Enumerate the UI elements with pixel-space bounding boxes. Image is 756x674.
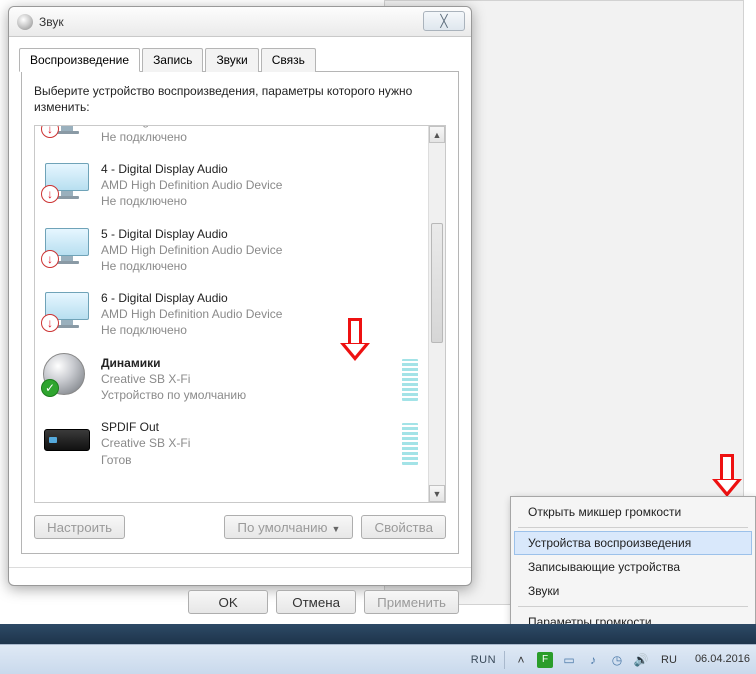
device-text: 3 - Digital Display AudioAMD High Defini… (101, 125, 420, 145)
close-button[interactable]: ╳ (423, 11, 465, 31)
monitor-icon: ↓ (43, 161, 91, 201)
clock-date: 06.04.2016 (695, 653, 750, 665)
device-text: 5 - Digital Display AudioAMD High Defini… (101, 226, 420, 275)
tray-context-menu: Открыть микшер громкости Устройства восп… (510, 496, 756, 638)
device-subtitle: Creative SB X-Fi (101, 371, 386, 387)
configure-button[interactable]: Настроить (34, 515, 125, 539)
device-item[interactable]: ↓ 3 - Digital Display AudioAMD High Defin… (35, 125, 428, 155)
device-text: 4 - Digital Display AudioAMD High Defini… (101, 161, 420, 210)
error-badge-icon: ↓ (41, 250, 59, 268)
device-subtitle: AMD High Definition Audio Device (101, 177, 420, 193)
ctx-recording-devices[interactable]: Записывающие устройства (514, 555, 752, 579)
tab-strip: Воспроизведение Запись Звуки Связь (19, 47, 459, 72)
language-indicator[interactable]: RU (657, 654, 681, 666)
error-badge-icon: ↓ (41, 314, 59, 332)
device-item[interactable]: SPDIF OutCreative SB X-FiГотов (35, 413, 428, 478)
monitor-icon: ↓ (43, 125, 91, 136)
tray-volume-icon[interactable]: 🔊 (633, 652, 649, 668)
tray-chevron-icon[interactable]: ˄ (513, 652, 529, 668)
annotation-arrow-1 (340, 318, 370, 368)
error-badge-icon: ↓ (41, 125, 59, 138)
default-badge-icon: ✓ (41, 379, 59, 397)
level-meter (402, 423, 418, 465)
tray-clock-icon[interactable]: ◷ (609, 652, 625, 668)
taskbar[interactable]: RUN ˄ F ▭ ♪ ◷ 🔊 RU 06.04.2016 (0, 644, 756, 674)
chevron-down-icon: ▼ (332, 524, 341, 534)
ctx-playback-devices[interactable]: Устройства воспроизведения (514, 531, 752, 555)
app-icon (17, 14, 33, 30)
device-state: Устройство по умолчанию (101, 387, 386, 403)
speaker-icon: ✓ (43, 355, 91, 395)
scroll-track[interactable] (429, 143, 445, 485)
device-state: Не подключено (101, 322, 420, 338)
device-name: 4 - Digital Display Audio (101, 161, 420, 177)
scrollbar[interactable]: ▲ ▼ (428, 126, 445, 502)
tab-communications[interactable]: Связь (261, 48, 316, 72)
device-name: 5 - Digital Display Audio (101, 226, 420, 242)
device-subtitle: Creative SB X-Fi (101, 435, 386, 451)
tray-app-icon[interactable]: F (537, 652, 553, 668)
set-default-button[interactable]: По умолчанию ▼ (224, 515, 353, 539)
dialog-footer: OK Отмена Применить (9, 567, 471, 624)
tab-recording[interactable]: Запись (142, 48, 203, 72)
device-subtitle: AMD High Definition Audio Device (101, 242, 420, 258)
device-text: SPDIF OutCreative SB X-FiГотов (101, 419, 386, 468)
tab-sounds[interactable]: Звуки (205, 48, 258, 72)
device-subtitle: AMD High Definition Audio Device (101, 306, 420, 322)
sound-dialog: Звук ╳ Воспроизведение Запись Звуки Связ… (8, 6, 472, 586)
device-state: Готов (101, 452, 386, 468)
properties-button[interactable]: Свойства (361, 515, 446, 539)
dialog-body: Воспроизведение Запись Звуки Связь Выбер… (9, 37, 471, 567)
apply-button[interactable]: Применить (364, 590, 459, 614)
close-icon: ╳ (440, 14, 447, 28)
titlebar[interactable]: Звук ╳ (9, 7, 471, 37)
error-badge-icon: ↓ (41, 185, 59, 203)
set-default-label: По умолчанию (237, 520, 327, 535)
device-text: 6 - Digital Display AudioAMD High Defini… (101, 290, 420, 339)
window-title: Звук (39, 15, 64, 29)
level-meter (402, 359, 418, 401)
scroll-down-button[interactable]: ▼ (429, 485, 445, 502)
device-name: 6 - Digital Display Audio (101, 290, 420, 306)
scroll-up-button[interactable]: ▲ (429, 126, 445, 143)
device-state: Не подключено (101, 258, 420, 274)
panel-button-row: Настроить По умолчанию ▼ Свойства (34, 515, 446, 539)
monitor-icon: ↓ (43, 226, 91, 266)
device-list[interactable]: ↓ 3 - Digital Display AudioAMD High Defin… (34, 125, 446, 503)
desktop-background (0, 624, 756, 644)
ctx-separator (518, 606, 748, 607)
tab-playback[interactable]: Воспроизведение (19, 48, 140, 72)
ctx-sounds[interactable]: Звуки (514, 579, 752, 603)
spdif-icon (43, 419, 91, 459)
tray-separator (504, 651, 505, 669)
ctx-open-mixer[interactable]: Открыть микшер громкости (514, 500, 752, 524)
tray-audio-icon[interactable]: ♪ (585, 652, 601, 668)
monitor-icon: ↓ (43, 290, 91, 330)
taskbar-run-label: RUN (471, 654, 496, 666)
scroll-thumb[interactable] (431, 223, 443, 343)
ok-button[interactable]: OK (188, 590, 268, 614)
device-item[interactable]: ↓ 4 - Digital Display AudioAMD High Defin… (35, 155, 428, 220)
clock[interactable]: 06.04.2016 (689, 653, 750, 665)
device-item[interactable]: ↓ 5 - Digital Display AudioAMD High Defin… (35, 220, 428, 285)
tab-panel: Выберите устройство воспроизведения, пар… (21, 71, 459, 554)
tray-monitor-icon[interactable]: ▭ (561, 652, 577, 668)
device-name: SPDIF Out (101, 419, 386, 435)
device-state: Не подключено (101, 129, 420, 145)
cancel-button[interactable]: Отмена (276, 590, 356, 614)
ctx-separator (518, 527, 748, 528)
instruction-text: Выберите устройство воспроизведения, пар… (34, 83, 446, 115)
device-state: Не подключено (101, 193, 420, 209)
